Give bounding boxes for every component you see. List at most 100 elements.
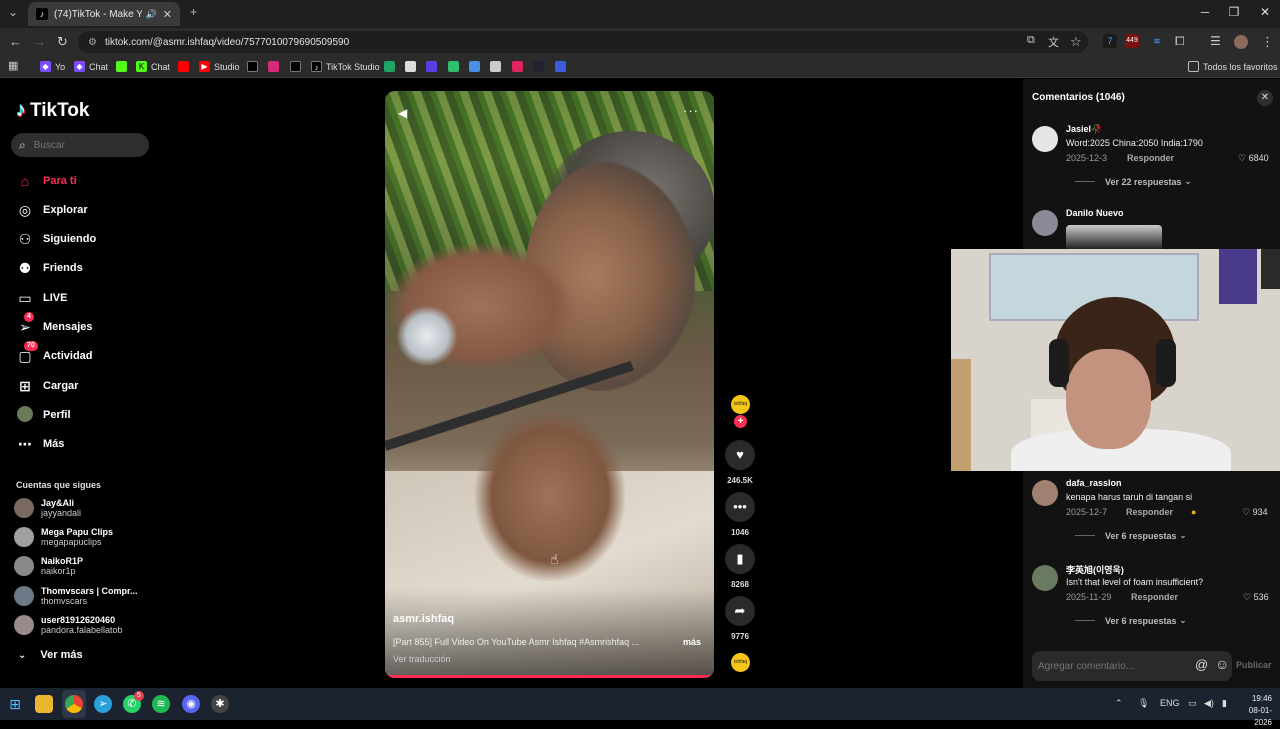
nav-cargar[interactable]: ⊞ Cargar [16, 376, 78, 396]
bookmark-icon-green[interactable] [448, 61, 459, 72]
translate-icon[interactable]: 文 [1048, 34, 1059, 50]
site-info-icon[interactable]: ⚙ [88, 37, 97, 48]
volume-icon[interactable]: ◀ [398, 106, 407, 120]
chrome-icon[interactable] [65, 695, 83, 713]
nav-perfil[interactable]: Perfil [16, 405, 71, 425]
like-action[interactable]: ♥ 246.5K [725, 440, 755, 485]
bookmark-icon-purple[interactable] [426, 61, 437, 72]
nav-friends[interactable]: ⚉ Friends [16, 258, 83, 278]
heart-icon[interactable]: ♥ [725, 440, 755, 470]
extension-icon-3[interactable]: ≋ [1150, 34, 1164, 48]
bookmarks-folder-all[interactable]: Todos los favoritos [1188, 61, 1278, 72]
x-twitter-icon[interactable] [247, 61, 258, 72]
menu-kebab-icon[interactable]: ⋮ [1261, 34, 1274, 50]
emoji-icon[interactable]: ☺ [1215, 656, 1229, 672]
avatar[interactable] [1032, 480, 1058, 506]
extensions-puzzle-icon[interactable]: ⧠ [1175, 34, 1185, 49]
description-more-button[interactable]: más [683, 637, 701, 647]
view-replies-button[interactable]: Ver 22 respuestas ⌄ [1075, 176, 1192, 187]
profile-avatar-icon[interactable] [1234, 35, 1248, 49]
speaker-icon[interactable]: 🔊 [146, 9, 157, 20]
forward-icon[interactable]: → [33, 34, 46, 49]
view-replies-button[interactable]: Ver 6 respuestas ⌄ [1075, 530, 1187, 541]
followed-account[interactable]: user81912620460 pandora.falabellatob [14, 615, 123, 635]
video-more-icon[interactable]: ··· [683, 103, 699, 118]
install-icon[interactable]: ⧉ [1027, 34, 1035, 47]
followed-account[interactable]: NaikoR1P naikor1p [14, 556, 83, 576]
comment-user[interactable]: Danilo Nuevo [1066, 208, 1124, 218]
followed-account[interactable]: Jay&Ali jayyandali [14, 498, 81, 518]
app-icon[interactable]: ✱ [211, 695, 229, 713]
comment-user[interactable]: dafa_rasslon [1066, 478, 1122, 488]
comment-action[interactable]: ••• 1046 [725, 492, 755, 537]
bookmark-chat-1[interactable]: ◆ Chat [74, 61, 108, 72]
search-input[interactable] [33, 139, 134, 151]
comment-likes[interactable]: ♡ 536 [1243, 592, 1269, 603]
reload-icon[interactable]: ↻ [57, 34, 68, 50]
nav-explorar[interactable]: ◎ Explorar [16, 200, 88, 220]
comment-input[interactable] [1038, 660, 1178, 672]
browser-tab[interactable]: ♪ (74)TikTok - Make Your Day 🔊 ✕ [28, 2, 180, 26]
view-replies-button[interactable]: Ver 6 respuestas ⌄ [1075, 615, 1187, 626]
bookmark-icon-blue[interactable] [469, 61, 480, 72]
bookmark-yo[interactable]: ◆ Yo [40, 61, 65, 72]
mention-icon[interactable]: @ [1195, 657, 1208, 672]
back-icon[interactable]: ← [9, 34, 22, 49]
reply-button[interactable]: Responder [1131, 592, 1178, 602]
apps-grid-icon[interactable]: ▦ [8, 59, 18, 72]
extension-counter-icon[interactable]: 449 [1125, 34, 1139, 48]
bookmark-tiktok-studio[interactable]: ♪ TikTok Studio [311, 61, 380, 72]
reading-list-icon[interactable]: ☰ [1210, 34, 1221, 48]
see-more-button[interactable]: ⌄ Ver más [18, 649, 83, 661]
kick-icon[interactable] [116, 61, 127, 72]
google-drive-icon[interactable] [384, 61, 395, 72]
bookmark-studio[interactable]: ▶ Studio [199, 61, 240, 72]
search-box[interactable]: ⌕ [11, 133, 149, 157]
creator-avatar[interactable]: ishfaq [731, 395, 750, 414]
share-icon[interactable]: ➦ [725, 596, 755, 626]
comment-input-box[interactable]: @ ☺ [1032, 651, 1232, 681]
video-author[interactable]: asmr.ishfaq [393, 613, 454, 625]
reply-button[interactable]: Responder [1127, 153, 1174, 163]
file-explorer-icon[interactable] [35, 695, 53, 713]
bookmark-star-icon[interactable]: ☆ [1070, 34, 1082, 50]
close-icon[interactable]: ✕ [1257, 90, 1273, 106]
comment-icon[interactable]: ••• [725, 492, 755, 522]
follow-plus-icon[interactable]: + [734, 415, 747, 428]
nav-mensajes[interactable]: ➢ 4 Mensajes [16, 312, 93, 337]
discord-icon[interactable]: ◉ [182, 695, 200, 713]
tab-search-icon[interactable]: ⌄ [8, 5, 18, 19]
nav-mas[interactable]: ⋯ Más [16, 434, 64, 454]
bookmark-icon-red[interactable] [512, 61, 523, 72]
extension-icon-1[interactable]: 7 [1103, 34, 1117, 48]
translate-button[interactable]: Ver traducción [393, 654, 451, 664]
bookmark-icon-indigo[interactable] [555, 61, 566, 72]
share-action[interactable]: ➦ 9776 [725, 596, 755, 641]
nav-actividad[interactable]: ▢ 70 Actividad [16, 341, 93, 366]
close-window-icon[interactable]: ✕ [1250, 5, 1280, 19]
bookmark-icon-dark[interactable] [533, 61, 544, 72]
video-player[interactable]: ◀ ··· ☝ asmr.ishfaq [Part 855] Full Vide… [385, 91, 714, 678]
new-tab-icon[interactable]: + [190, 5, 197, 19]
system-clock[interactable]: 19:46 08-01-2026 [1236, 693, 1272, 729]
telegram-icon[interactable]: ➢ [94, 695, 112, 713]
avatar[interactable] [1032, 565, 1058, 591]
music-disc-icon[interactable]: ishfaq [731, 653, 750, 672]
followed-account[interactable]: Mega Papu Clips megapapuclips [14, 527, 113, 547]
battery-icon[interactable]: ▮ [1222, 698, 1227, 709]
save-action[interactable]: ▮ 8268 [725, 544, 755, 589]
address-bar[interactable]: ⚙ tiktok.com/@asmr.ishfaq/video/75770100… [78, 31, 1088, 53]
windows-start-icon[interactable]: ⊞ [6, 695, 24, 713]
avatar[interactable] [1032, 126, 1058, 152]
bookmark-icon[interactable]: ▮ [725, 544, 755, 574]
nav-siguiendo[interactable]: ⚇ Siguiendo [16, 229, 96, 249]
comment-user[interactable]: Jasiel🥀 [1066, 124, 1102, 135]
followed-account[interactable]: Thomvscars | Compr... thomvscars [14, 586, 138, 606]
bookmark-chat-2[interactable]: K Chat [136, 61, 170, 72]
restore-icon[interactable]: ❐ [1219, 5, 1249, 19]
nav-live[interactable]: ▭ LIVE [16, 288, 67, 308]
video-progress-bar[interactable] [385, 675, 714, 678]
avatar[interactable] [1032, 210, 1058, 236]
bookmark-icon-gray[interactable] [490, 61, 501, 72]
network-icon[interactable]: ▭ [1188, 698, 1197, 709]
